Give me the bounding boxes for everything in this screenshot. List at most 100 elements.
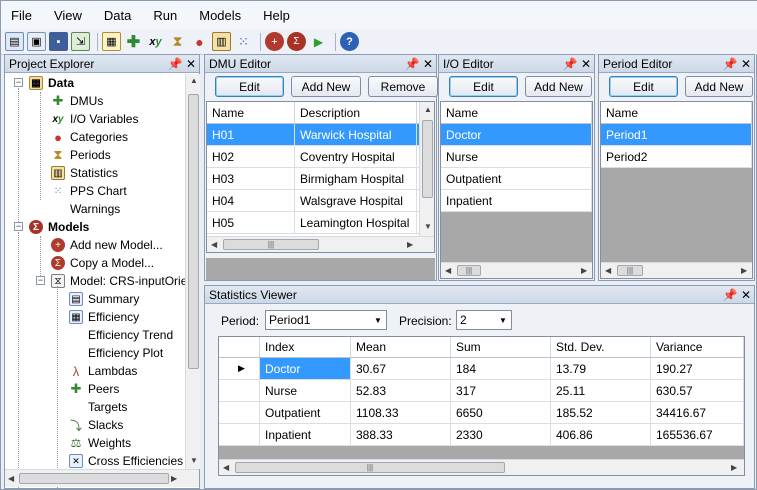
tree-vertical-scrollbar[interactable]: ▲ ▼ xyxy=(185,74,200,469)
scroll-right-arrow[interactable]: ▶ xyxy=(581,266,587,275)
scroll-left-arrow[interactable]: ◀ xyxy=(445,266,451,275)
hourglass-icon[interactable]: ⧗ xyxy=(168,32,187,51)
table-row[interactable]: Period1 xyxy=(601,124,752,146)
pin-icon[interactable]: 📌 xyxy=(562,57,578,71)
tree-item-cross-efficiencies[interactable]: ✕ Cross Efficiencies xyxy=(69,452,183,470)
scrollbar-thumb[interactable] xyxy=(188,94,199,369)
scroll-right-arrow[interactable]: ▶ xyxy=(741,266,747,275)
pin-icon[interactable]: 📌 xyxy=(722,288,738,302)
scroll-left-arrow[interactable]: ◀ xyxy=(211,240,217,249)
scroll-right-arrow[interactable]: ▶ xyxy=(171,474,177,483)
help-icon[interactable]: ? xyxy=(340,32,359,51)
tree-item-io-variables[interactable]: x y I/O Variables xyxy=(51,110,138,128)
menu-view[interactable]: View xyxy=(54,8,82,23)
dmu-edit-button[interactable]: Edit xyxy=(215,76,284,97)
run-model-icon[interactable]: Σ xyxy=(287,32,306,51)
table-row[interactable]: Doctor xyxy=(441,124,592,146)
scrollbar-thumb[interactable] xyxy=(422,120,433,198)
grid-horizontal-scrollbar[interactable]: ◀ ||| ▶ xyxy=(601,262,752,278)
table-row[interactable]: H04 Walsgrave Hospital xyxy=(207,190,434,212)
tree-item-models[interactable]: Σ Models xyxy=(29,218,89,236)
tree-item-peers[interactable]: ✚ Peers xyxy=(69,380,120,398)
scroll-left-arrow[interactable]: ◀ xyxy=(605,266,611,275)
collapse-icon[interactable]: − xyxy=(14,78,23,87)
table-row[interactable]: Outpatient 1108.33 6650 185.52 34416.67 xyxy=(219,402,744,424)
io-edit-button[interactable]: Edit xyxy=(449,76,518,97)
table-row[interactable]: H05 Leamington Hospital xyxy=(207,212,434,234)
column-header-index[interactable]: Index xyxy=(260,337,351,357)
scrollbar-thumb[interactable]: ||| xyxy=(457,265,481,276)
collapse-icon[interactable]: − xyxy=(14,222,23,231)
tree-item-categories[interactable]: ● Categories xyxy=(51,128,128,146)
tree-item-efficiency[interactable]: ▦ Efficiency xyxy=(69,308,139,326)
table-row[interactable]: ▶ Doctor 30.67 184 13.79 190.27 xyxy=(219,358,744,380)
table-row[interactable]: Nurse 52.83 317 25.11 630.57 xyxy=(219,380,744,402)
table-row[interactable]: Nurse xyxy=(441,146,592,168)
menu-help[interactable]: Help xyxy=(263,8,290,23)
collapse-icon[interactable]: − xyxy=(36,276,45,285)
table-row[interactable]: H01 Warwick Hospital xyxy=(207,124,434,146)
dmu-icon[interactable]: ▦ xyxy=(102,32,121,51)
grid-horizontal-scrollbar[interactable]: ◀ ||| ▶ xyxy=(207,236,434,252)
column-header-name[interactable]: Name xyxy=(441,102,592,123)
table-row[interactable]: H03 Birmigham Hospital xyxy=(207,168,434,190)
close-icon[interactable]: ✕ xyxy=(183,57,199,71)
open-icon[interactable]: ▣ xyxy=(27,32,46,51)
tree-item-add-new-model[interactable]: + Add new Model... xyxy=(51,236,163,254)
tree-item-warnings[interactable]: Warnings xyxy=(51,200,120,218)
grid-horizontal-scrollbar[interactable]: ◀ ||| ▶ xyxy=(219,459,744,475)
column-header-name[interactable]: Name xyxy=(207,102,295,123)
close-icon[interactable]: ✕ xyxy=(738,57,754,71)
tree-item-efficiency-plot[interactable]: Efficiency Plot xyxy=(69,344,163,362)
tree-item-copy-model[interactable]: Σ Copy a Model... xyxy=(51,254,154,272)
scrollbar-thumb[interactable]: ||| xyxy=(223,239,319,250)
tree-item-periods[interactable]: ⧗ Periods xyxy=(51,146,110,164)
column-header-description[interactable]: Description xyxy=(295,102,417,123)
menu-run[interactable]: Run xyxy=(153,8,177,23)
table-row[interactable]: H02 Coventry Hospital xyxy=(207,146,434,168)
xy-icon[interactable]: xy xyxy=(146,32,165,51)
scroll-right-arrow[interactable]: ▶ xyxy=(731,463,737,472)
tree-horizontal-scrollbar[interactable]: ◀ ▶ xyxy=(5,469,199,487)
tree-item-model-crs[interactable]: ⧖ Model: CRS-inputOrie xyxy=(51,272,185,290)
close-icon[interactable]: ✕ xyxy=(420,57,436,71)
menu-models[interactable]: Models xyxy=(199,8,241,23)
scroll-up-arrow[interactable]: ▲ xyxy=(190,76,198,85)
tree-item-slacks[interactable]: ⤵ Slacks xyxy=(69,416,123,434)
tree-item-data[interactable]: ▦ Data xyxy=(29,74,74,92)
chevron-down-icon[interactable]: ▼ xyxy=(495,311,511,329)
scroll-down-arrow[interactable]: ▼ xyxy=(190,456,198,465)
dmu-add-new-button[interactable]: Add New xyxy=(291,76,361,97)
table-row[interactable]: Inpatient 388.33 2330 406.86 165536.67 xyxy=(219,424,744,446)
chevron-down-icon[interactable]: ▼ xyxy=(370,311,386,329)
column-header-variance[interactable]: Variance xyxy=(651,337,744,357)
add-icon[interactable]: ✚ xyxy=(124,32,143,51)
table-row[interactable]: Period2 xyxy=(601,146,752,168)
tree-item-efficiency-trend[interactable]: Efficiency Trend xyxy=(69,326,173,344)
scroll-right-arrow[interactable]: ▶ xyxy=(407,240,413,249)
period-edit-button[interactable]: Edit xyxy=(609,76,678,97)
scroll-left-arrow[interactable]: ◀ xyxy=(8,474,14,483)
column-header-mean[interactable]: Mean xyxy=(351,337,451,357)
grid-vertical-scrollbar[interactable]: ▲ ▼ xyxy=(419,102,434,236)
grid-horizontal-scrollbar[interactable]: ◀ ||| ▶ xyxy=(441,262,592,278)
new-project-icon[interactable]: ▤ xyxy=(5,32,24,51)
import-icon[interactable]: ⇲ xyxy=(71,32,90,51)
column-header-std-dev[interactable]: Std. Dev. xyxy=(551,337,651,357)
chart-icon[interactable]: ⁙ xyxy=(234,32,253,51)
column-header-name[interactable]: Name xyxy=(601,102,752,123)
tree-item-summary[interactable]: ▤ Summary xyxy=(69,290,139,308)
table-row[interactable]: Outpatient xyxy=(441,168,592,190)
save-icon[interactable]: ▪ xyxy=(49,32,68,51)
precision-select[interactable]: 2 ▼ xyxy=(456,310,512,330)
scroll-down-arrow[interactable]: ▼ xyxy=(424,222,432,231)
dmu-remove-button[interactable]: Remove xyxy=(368,76,438,97)
scroll-up-arrow[interactable]: ▲ xyxy=(424,105,432,114)
menu-file[interactable]: File xyxy=(11,8,32,23)
column-header-sum[interactable]: Sum xyxy=(451,337,551,357)
close-icon[interactable]: ✕ xyxy=(578,57,594,71)
play-icon[interactable]: ▶ xyxy=(309,32,328,51)
pin-icon[interactable]: 📌 xyxy=(167,57,183,71)
pin-icon[interactable]: 📌 xyxy=(722,57,738,71)
pin-icon[interactable]: 📌 xyxy=(404,57,420,71)
